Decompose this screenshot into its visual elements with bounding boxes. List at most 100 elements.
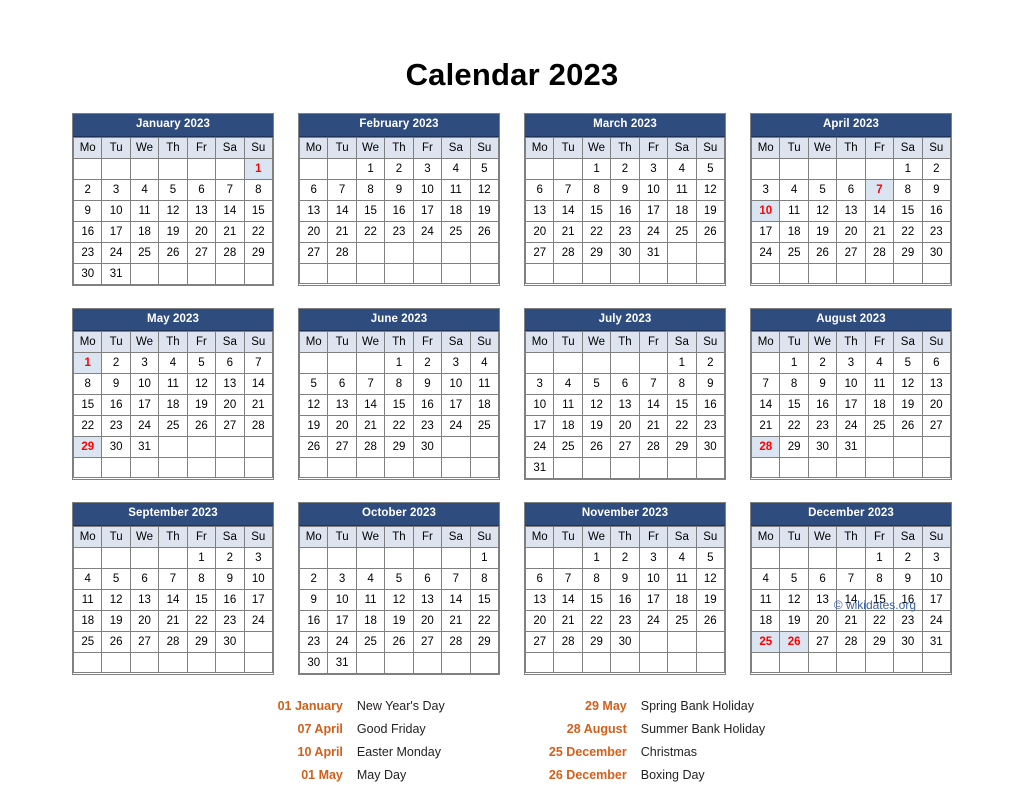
- day-cell[interactable]: 13: [836, 199, 866, 222]
- day-cell[interactable]: 20: [921, 394, 952, 417]
- day-cell[interactable]: 1: [384, 352, 414, 375]
- day-cell[interactable]: 11: [355, 589, 386, 612]
- day-cell[interactable]: 15: [243, 199, 274, 222]
- day-cell[interactable]: 2: [72, 178, 103, 201]
- day-cell[interactable]: 3: [101, 178, 131, 201]
- day-cell[interactable]: 4: [441, 157, 471, 180]
- day-cell[interactable]: 26: [384, 631, 414, 654]
- day-cell[interactable]: 9: [610, 568, 640, 591]
- day-cell[interactable]: 31: [836, 436, 866, 459]
- day-cell[interactable]: 30: [412, 436, 443, 459]
- day-cell[interactable]: 17: [836, 394, 866, 417]
- day-cell[interactable]: 1: [893, 157, 923, 180]
- day-cell[interactable]: 8: [469, 568, 500, 591]
- day-cell[interactable]: 3: [638, 547, 669, 570]
- day-cell[interactable]: 28: [638, 436, 669, 459]
- day-cell[interactable]: 4: [469, 352, 500, 375]
- day-cell[interactable]: 4: [129, 178, 160, 201]
- day-cell[interactable]: 16: [384, 199, 414, 222]
- day-cell[interactable]: 18: [355, 610, 386, 633]
- day-cell[interactable]: 22: [469, 610, 500, 633]
- day-cell[interactable]: 20: [836, 220, 866, 243]
- day-cell[interactable]: 8: [186, 568, 217, 591]
- day-cell[interactable]: 4: [864, 352, 895, 375]
- day-cell[interactable]: 25: [72, 631, 103, 654]
- day-cell[interactable]: 1: [581, 547, 612, 570]
- day-cell[interactable]: 27: [610, 436, 640, 459]
- day-cell[interactable]: 31: [638, 241, 669, 264]
- day-cell[interactable]: 9: [893, 568, 923, 591]
- day-cell[interactable]: 19: [893, 394, 923, 417]
- day-cell[interactable]: 11: [469, 373, 500, 396]
- day-cell[interactable]: 25: [864, 415, 895, 438]
- day-cell[interactable]: 23: [72, 241, 103, 264]
- day-cell[interactable]: 18: [441, 199, 471, 222]
- day-cell[interactable]: 30: [610, 631, 640, 654]
- day-cell[interactable]: 5: [581, 373, 612, 396]
- day-cell[interactable]: 8: [72, 373, 103, 396]
- day-cell[interactable]: 17: [327, 610, 357, 633]
- day-cell[interactable]: 25: [779, 241, 809, 264]
- day-cell[interactable]: 13: [186, 199, 217, 222]
- day-cell[interactable]: 26: [186, 415, 217, 438]
- day-cell[interactable]: 3: [129, 352, 160, 375]
- day-cell-holiday[interactable]: 1: [72, 352, 103, 375]
- day-cell[interactable]: 22: [864, 610, 895, 633]
- day-cell[interactable]: 3: [750, 178, 781, 201]
- day-cell[interactable]: 20: [524, 220, 555, 243]
- day-cell[interactable]: 19: [158, 220, 188, 243]
- day-cell-holiday[interactable]: 7: [864, 178, 895, 201]
- day-cell[interactable]: 8: [581, 178, 612, 201]
- day-cell[interactable]: 17: [441, 394, 471, 417]
- day-cell[interactable]: 14: [864, 199, 895, 222]
- day-cell[interactable]: 22: [581, 610, 612, 633]
- day-cell[interactable]: 3: [441, 352, 471, 375]
- day-cell[interactable]: 24: [836, 415, 866, 438]
- day-cell[interactable]: 5: [779, 568, 809, 591]
- day-cell[interactable]: 13: [298, 199, 329, 222]
- day-cell[interactable]: 19: [384, 610, 414, 633]
- day-cell[interactable]: 2: [921, 157, 952, 180]
- day-cell[interactable]: 4: [750, 568, 781, 591]
- day-cell[interactable]: 8: [581, 568, 612, 591]
- day-cell[interactable]: 7: [327, 178, 357, 201]
- day-cell[interactable]: 6: [524, 178, 555, 201]
- day-cell[interactable]: 28: [355, 436, 386, 459]
- day-cell[interactable]: 19: [807, 220, 838, 243]
- day-cell[interactable]: 30: [101, 436, 131, 459]
- day-cell[interactable]: 5: [893, 352, 923, 375]
- day-cell[interactable]: 2: [298, 568, 329, 591]
- day-cell[interactable]: 7: [750, 373, 781, 396]
- day-cell[interactable]: 22: [355, 220, 386, 243]
- day-cell[interactable]: 21: [441, 610, 471, 633]
- day-cell[interactable]: 17: [921, 589, 952, 612]
- day-cell[interactable]: 11: [129, 199, 160, 222]
- day-cell[interactable]: 2: [101, 352, 131, 375]
- day-cell[interactable]: 27: [129, 631, 160, 654]
- day-cell[interactable]: 17: [524, 415, 555, 438]
- day-cell[interactable]: 26: [101, 631, 131, 654]
- day-cell[interactable]: 28: [158, 631, 188, 654]
- day-cell[interactable]: 8: [893, 178, 923, 201]
- day-cell[interactable]: 9: [807, 373, 838, 396]
- day-cell[interactable]: 25: [667, 220, 697, 243]
- day-cell[interactable]: 5: [298, 373, 329, 396]
- day-cell[interactable]: 10: [129, 373, 160, 396]
- day-cell[interactable]: 26: [581, 436, 612, 459]
- day-cell[interactable]: 18: [72, 610, 103, 633]
- day-cell[interactable]: 3: [327, 568, 357, 591]
- day-cell[interactable]: 8: [384, 373, 414, 396]
- day-cell[interactable]: 30: [921, 241, 952, 264]
- day-cell[interactable]: 27: [215, 415, 245, 438]
- day-cell[interactable]: 10: [921, 568, 952, 591]
- day-cell[interactable]: 1: [779, 352, 809, 375]
- day-cell[interactable]: 12: [807, 199, 838, 222]
- day-cell[interactable]: 15: [72, 394, 103, 417]
- day-cell[interactable]: 24: [129, 415, 160, 438]
- day-cell[interactable]: 18: [750, 610, 781, 633]
- day-cell[interactable]: 3: [412, 157, 443, 180]
- day-cell[interactable]: 7: [553, 178, 583, 201]
- day-cell[interactable]: 29: [581, 241, 612, 264]
- day-cell[interactable]: 17: [243, 589, 274, 612]
- day-cell[interactable]: 29: [779, 436, 809, 459]
